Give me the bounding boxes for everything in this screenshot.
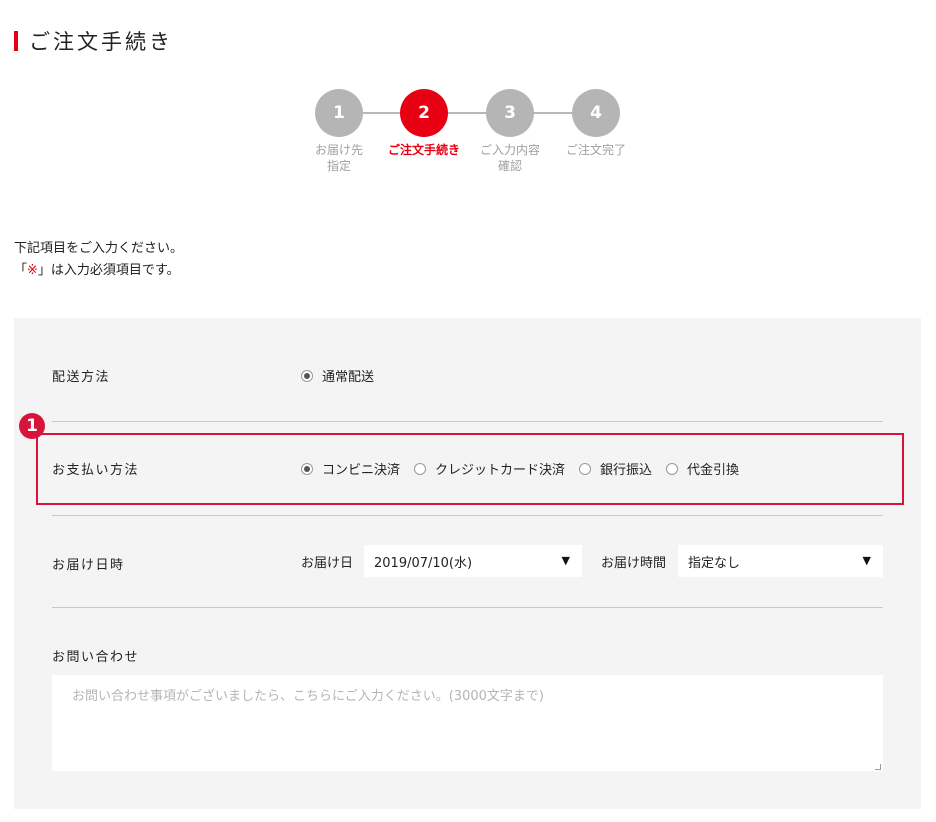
payment-option-label: コンビニ決済 [322,463,401,478]
inquiry-label: お問い合わせ [52,650,140,665]
payment-option-label: クレジットカード決済 [435,463,566,478]
instructions-line-2: 「※」は入力必須項目です。 [14,260,183,282]
payment-option-credit-card[interactable]: クレジットカード決済 [414,459,565,478]
step-4: 4 ご注文完了 [553,89,639,158]
divider [52,421,883,422]
resize-grip-icon[interactable] [875,764,881,770]
divider [52,607,883,608]
page-heading: ご注文手続き [14,28,173,54]
step-4-circle: 4 [572,89,620,137]
required-mark: ※ [27,263,38,278]
progress-steps: 1 お届け先 指定 2 ご注文手続き 3 ご入力内容 確認 4 ご注文完了 [300,89,640,179]
instructions-bracket-open: 「 [14,263,28,278]
triangle-down-icon: ▼ [862,554,871,567]
radio-button[interactable] [666,462,679,475]
radio-button[interactable] [414,462,427,475]
step-1-label: お届け先 指定 [314,143,363,173]
radio-button[interactable] [301,369,313,382]
heading-accent-bar [14,31,18,51]
instructions-line-2-text: 」は入力必須項目です。 [37,263,180,278]
radio-button[interactable] [579,462,592,475]
form-instructions: 下記項目をご入力ください。 「※」は入力必須項目です。 [14,238,183,282]
delivery-date-label: お届け日 [301,556,354,571]
payment-option-convenience-store[interactable]: コンビニ決済 [301,459,400,478]
shipping-method-label: 配送方法 [52,370,111,385]
shipping-method-options: 通常配送 [301,366,388,385]
step-2: 2 ご注文手続き [381,89,467,158]
payment-method-options: コンビニ決済 クレジットカード決済 銀行振込 代金引換 [301,459,753,478]
page-title: ご注文手続き [29,30,173,54]
step-4-label: ご注文完了 [565,143,626,157]
delivery-date-select[interactable]: 2019/07/10(水) ▼ [364,545,582,577]
delivery-datetime-label: お届け日時 [52,558,125,573]
step-2-circle: 2 [400,89,448,137]
step-1-circle: 1 [315,89,363,137]
step-3-label: ご入力内容 確認 [479,143,540,173]
delivery-time-label: お届け時間 [601,556,667,571]
payment-option-cash-on-delivery[interactable]: 代金引換 [666,459,739,478]
triangle-down-icon: ▼ [561,554,570,567]
step-3: 3 ご入力内容 確認 [467,89,553,174]
payment-option-label: 銀行振込 [600,463,653,478]
delivery-time-value: 指定なし [688,555,741,571]
payment-option-label: 代金引換 [687,463,740,478]
radio-button[interactable] [301,462,313,475]
step-2-label: ご注文手続き [387,143,460,157]
delivery-time-select[interactable]: 指定なし ▼ [678,545,883,577]
shipping-option-standard[interactable]: 通常配送 [301,366,374,385]
payment-method-label: お支払い方法 [52,463,140,478]
payment-option-bank-transfer[interactable]: 銀行振込 [579,459,652,478]
divider [52,515,883,516]
delivery-date-value: 2019/07/10(水) [374,555,473,571]
order-form-panel: 配送方法 通常配送 1 お支払い方法 コンビニ決済 クレジットカード決済 銀行振… [14,318,921,809]
inquiry-textarea[interactable] [52,675,883,771]
step-3-circle: 3 [486,89,534,137]
instructions-line-1: 下記項目をご入力ください。 [14,241,184,256]
step-1: 1 お届け先 指定 [296,89,382,174]
shipping-option-standard-label: 通常配送 [322,370,375,385]
